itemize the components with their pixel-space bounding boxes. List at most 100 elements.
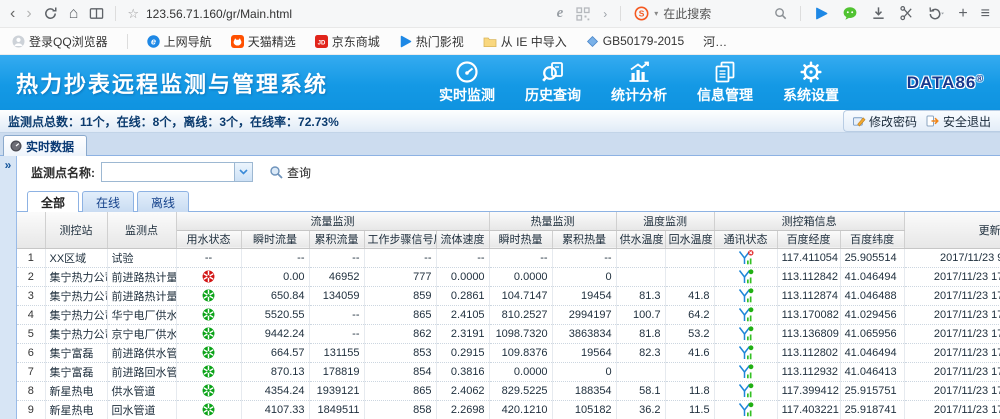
nav-realtime-monitor[interactable]: 实时监测 [436,60,498,105]
nav-info-management[interactable]: 信息管理 [694,60,756,105]
cell-velocity: 2.3191 [436,324,489,343]
tab-offline[interactable]: 离线 [137,191,189,212]
header-longitude[interactable]: 百度经度 [777,230,840,248]
sogou-icon[interactable]: S [634,6,649,21]
cell-comm-status [714,381,777,400]
header-latitude[interactable]: 百度纬度 [840,230,904,248]
header-return-temp[interactable]: 回水温度 [665,230,714,248]
bookmark-tmall[interactable]: 天猫精选 [231,33,296,50]
filter-tabs: 全部 在线 离线 [17,188,1000,212]
cell-return-temp: 41.6 [665,343,714,362]
bookmark-label: 从 IE 中导入 [501,33,567,50]
header-point[interactable]: 监测点 [107,212,176,248]
bookmark-jd[interactable]: JD 京东商城 [315,33,380,50]
header-acc-heat[interactable]: 累积热量 [552,230,616,248]
header-station[interactable]: 测控站 [45,212,107,248]
monitor-point-input[interactable] [102,163,234,181]
cell-point: 前进路热计量供 [107,286,176,305]
cell-inst-flow: 650.84 [241,286,309,305]
bookmark-video[interactable]: 热门影视 [399,33,464,50]
expand-sidebar-icon[interactable]: » [5,158,12,172]
sidebar-collapsed-strip[interactable]: » [0,156,17,419]
divider [115,6,116,21]
logout-button[interactable]: 安全退出 [926,113,991,130]
tab-realtime-data[interactable]: 实时数据 [3,135,87,156]
ie-compat-icon[interactable]: e [557,5,564,22]
comm-status-icon [738,288,754,303]
bookmark-star-icon[interactable]: ☆ [127,6,139,22]
header-velocity[interactable]: 流体速度 [436,230,489,248]
bookmarks-bar: 登录QQ浏览器 e 上网导航 天猫精选 JD 京东商城 热门影视 从 IE 中导… [0,28,1000,55]
browser-search-box[interactable]: S ▾ 在此搜索 [634,5,787,22]
reading-mode-icon[interactable] [89,6,104,21]
forward-button[interactable]: › [26,6,31,22]
bookmark-truncated[interactable]: 河… [703,33,727,50]
change-password-button[interactable]: 修改密码 [853,113,917,130]
bookmark-gb50179[interactable]: GB50179-2015 [586,34,684,48]
cell-return-temp: 41.8 [665,286,714,305]
cell-water-status [176,267,241,286]
cell-acc-flow: 178819 [309,362,364,381]
cell-acc-heat: 188354 [552,381,616,400]
table-row[interactable]: 1XX区域试验--------------117.41105425.905514… [17,248,1000,267]
url-text[interactable]: 123.56.71.160/gr/Main.html [146,7,292,21]
table-row[interactable]: 4集宁热力公司华宁电厂供水主5520.55--8652.4105810.2527… [17,305,1000,324]
menu-icon[interactable]: ≡ [981,6,990,22]
nav-history-query[interactable]: 历史查询 [522,60,584,105]
header-inst-heat[interactable]: 瞬时热量 [489,230,552,248]
table-row[interactable]: 9新星热电回水管道4107.3318495118582.2698420.1210… [17,400,1000,419]
new-tab-icon[interactable]: + [958,6,967,22]
search-engine-dropdown[interactable]: ▾ [654,9,658,18]
home-icon[interactable]: ⌂ [69,6,79,22]
comm-status-icon [738,326,754,341]
bookmark-qq-login[interactable]: 登录QQ浏览器 [12,33,108,50]
undo-icon[interactable] [927,6,945,21]
qr-code-icon[interactable] [576,7,590,21]
address-bar[interactable]: ☆ 123.56.71.160/gr/Main.html [127,6,292,22]
table-row[interactable]: 6集宁富磊前进路供水管道664.571311558530.2915109.837… [17,343,1000,362]
cell-inst-heat: 104.7147 [489,286,552,305]
scissors-icon[interactable] [899,6,914,21]
cell-water-status [176,305,241,324]
tab-all[interactable]: 全部 [27,191,79,212]
status-bar: 监测点总数：11个，在线：8个，离线：3个，在线率：72.73% 修改密码 安全… [0,110,1000,133]
download-icon[interactable] [871,6,886,21]
search-magnifier-icon[interactable] [774,7,787,20]
bookmark-import-ie[interactable]: 从 IE 中导入 [483,33,567,50]
refresh-icon[interactable] [43,6,58,21]
video-play-icon[interactable] [814,6,829,21]
tab-online[interactable]: 在线 [82,191,134,212]
header-comm-status[interactable]: 通讯状态 [714,230,777,248]
header-update-time[interactable]: 更新时间 [904,212,1000,248]
header-water-status[interactable]: 用水状态 [176,230,241,248]
query-button[interactable]: 查询 [269,164,311,181]
monitor-point-combobox[interactable] [101,162,253,182]
wechat-icon[interactable] [842,6,858,21]
cell-latitude: 41.046494 [840,267,904,286]
header-acc-flow[interactable]: 累积流量 [309,230,364,248]
search-placeholder[interactable]: 在此搜索 [663,5,711,22]
combo-dropdown-button[interactable] [234,163,252,181]
cell-return-temp [665,362,714,381]
cell-supply-temp [616,362,665,381]
nav-statistics[interactable]: 统计分析 [608,60,670,105]
cell-velocity: -- [436,248,489,267]
table-row[interactable]: 7集宁富磊前进路回水管道870.131788198540.38160.00000… [17,362,1000,381]
header-signal[interactable]: 工作步骤信号质 [364,230,436,248]
header-supply-temp[interactable]: 供水温度 [616,230,665,248]
header-inst-flow[interactable]: 瞬时流量 [241,230,309,248]
nav-system-settings[interactable]: 系统设置 [780,60,842,105]
cell-row-number: 9 [17,400,45,419]
expand-arrow-icon[interactable]: › [603,7,607,21]
bookmark-nav[interactable]: e 上网导航 [147,33,212,50]
table-row[interactable]: 5集宁热力公司京宁电厂供水主9442.24--8622.31911098.732… [17,324,1000,343]
cell-row-number: 4 [17,305,45,324]
back-button[interactable]: ‹ [10,6,15,22]
table-row[interactable]: 2集宁热力公司前进路热计量回0.00469527770.00000.000001… [17,267,1000,286]
comm-status-icon [738,402,754,417]
bookmark-label: 河… [703,33,727,50]
table-row[interactable]: 8新星热电供水管道4354.2419391218652.4062829.5225… [17,381,1000,400]
cell-longitude: 113.112842 [777,267,840,286]
bookmark-label: 热门影视 [416,33,464,50]
table-row[interactable]: 3集宁热力公司前进路热计量供650.841340598590.2861104.7… [17,286,1000,305]
